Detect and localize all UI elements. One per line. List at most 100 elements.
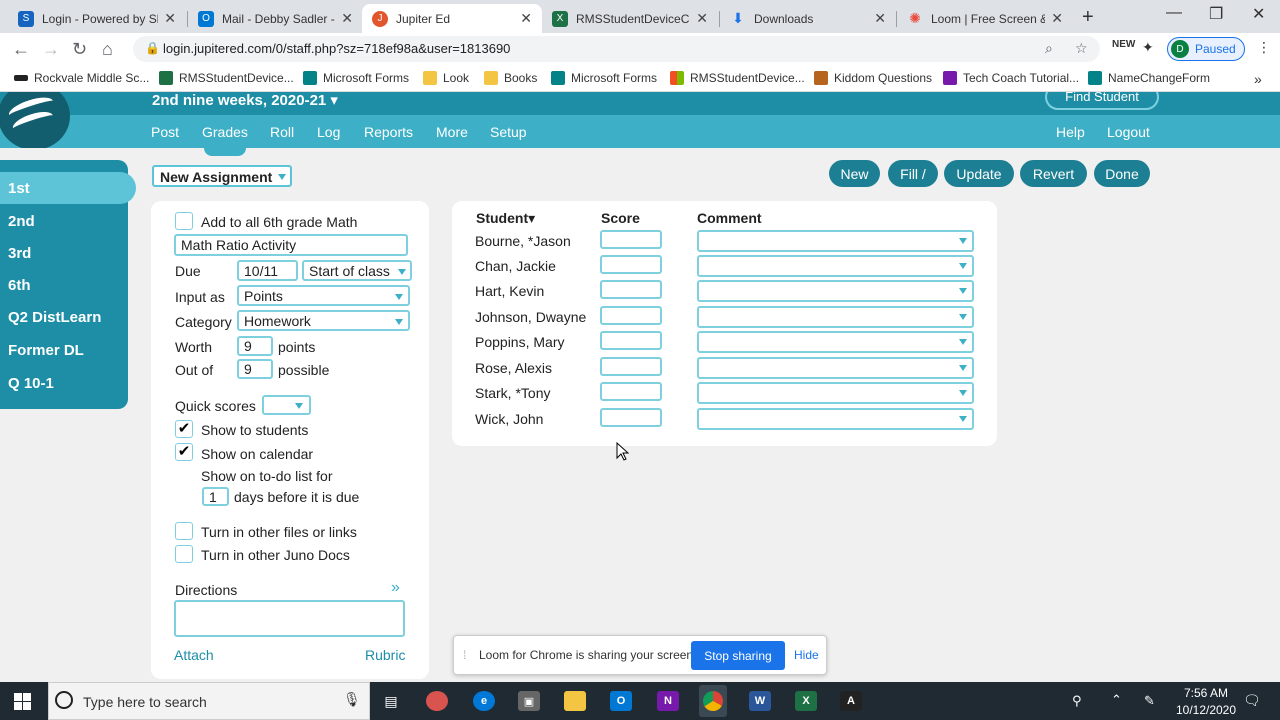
due-date-input[interactable]: 10/11	[237, 260, 298, 281]
close-tab-icon[interactable]: ✕	[1051, 10, 1063, 27]
extension-icon[interactable]: NEW	[1112, 39, 1135, 50]
browser-tab-loom[interactable]: ✺ Loom | Free Screen & V ✕	[897, 4, 1073, 33]
sidebar-item-6th[interactable]: 6th	[8, 277, 31, 294]
puzzle-icon[interactable]: ✦	[1142, 39, 1154, 56]
score-input[interactable]	[600, 331, 662, 350]
excel-icon[interactable]: X	[795, 691, 817, 711]
due-time-select[interactable]: Start of class	[302, 260, 412, 281]
browser-tab-downloads[interactable]: ⬇ Downloads ✕	[720, 4, 896, 33]
nav-more[interactable]: More	[436, 124, 468, 140]
close-window-button[interactable]: ✕	[1252, 4, 1265, 24]
clock-time[interactable]: 7:56 AM	[1174, 686, 1238, 700]
onenote-icon[interactable]: N	[657, 691, 679, 711]
bookmark-star-icon[interactable]: ☆	[1075, 40, 1088, 57]
forward-arrow-icon[interactable]: →	[42, 39, 60, 60]
student-name[interactable]: Wick, John	[475, 411, 543, 427]
browser-tab-mail[interactable]: O Mail - Debby Sadler - C ✕	[188, 4, 363, 33]
new-button[interactable]: New	[829, 160, 880, 187]
close-tab-icon[interactable]: ✕	[520, 10, 532, 27]
back-arrow-icon[interactable]: ←	[12, 39, 30, 60]
zoom-search-icon[interactable]: ⌕	[1045, 40, 1053, 57]
reload-icon[interactable]: ↻	[72, 39, 87, 60]
restore-button[interactable]: ❐	[1209, 4, 1223, 24]
logout-link[interactable]: Logout	[1107, 124, 1150, 140]
file-explorer-icon[interactable]	[564, 691, 586, 711]
expand-chevrons-icon[interactable]: »	[391, 579, 400, 597]
nav-reports[interactable]: Reports	[364, 124, 413, 140]
drag-handle-icon[interactable]: ⁞	[463, 648, 466, 662]
worth-input[interactable]: 9	[237, 336, 273, 356]
student-column-header[interactable]: Student▾	[476, 210, 535, 227]
student-name[interactable]: Bourne, *Jason	[475, 233, 571, 249]
acrobat-icon[interactable]: A	[840, 691, 862, 711]
nav-grades[interactable]: Grades	[202, 124, 248, 140]
store-icon[interactable]: ▣	[518, 691, 540, 711]
fill-button[interactable]: Fill /	[888, 160, 938, 187]
windows-start-icon[interactable]	[14, 693, 31, 710]
people-icon[interactable]: ⚲	[1072, 693, 1082, 709]
stop-sharing-button[interactable]: Stop sharing	[691, 641, 785, 670]
sidebar-item-former-dl[interactable]: Former DL	[8, 342, 84, 359]
paint-icon[interactable]	[426, 691, 448, 711]
browser-tab-jupiter[interactable]: J Jupiter Ed ✕	[362, 4, 542, 33]
clock-date[interactable]: 10/12/2020	[1172, 703, 1240, 717]
hide-button[interactable]: Hide	[794, 648, 819, 662]
student-name[interactable]: Chan, Jackie	[475, 258, 556, 274]
revert-button[interactable]: Revert	[1020, 160, 1087, 187]
new-tab-button[interactable]: +	[1082, 6, 1094, 29]
help-link[interactable]: Help	[1056, 124, 1085, 140]
directions-textarea[interactable]	[174, 600, 405, 637]
student-name[interactable]: Poppins, Mary	[475, 334, 564, 350]
student-name[interactable]: Johnson, Dwayne	[475, 309, 586, 325]
rubric-link[interactable]: Rubric	[365, 647, 405, 663]
outlook-icon[interactable]: O	[610, 691, 632, 711]
bookmark-item[interactable]: NameChangeForm	[1088, 71, 1210, 85]
attach-link[interactable]: Attach	[174, 647, 214, 663]
edge-icon[interactable]: e	[473, 691, 495, 711]
sidebar-item-2nd[interactable]: 2nd	[8, 213, 35, 230]
sidebar-item-q2-distlearn[interactable]: Q2 DistLearn	[8, 309, 101, 326]
score-input[interactable]	[600, 357, 662, 376]
score-input[interactable]	[600, 382, 662, 401]
student-name[interactable]: Hart, Kevin	[475, 283, 544, 299]
done-button[interactable]: Done	[1094, 160, 1150, 187]
comment-select[interactable]	[697, 230, 974, 252]
bookmark-item[interactable]: RMSStudentDevice...	[670, 71, 805, 85]
sidebar-item-1st[interactable]: 1st	[8, 180, 30, 197]
show-students-checkbox[interactable]: ✔	[175, 420, 193, 438]
score-input[interactable]	[600, 280, 662, 299]
category-select[interactable]: Homework	[237, 310, 410, 331]
assignment-name-input[interactable]: Math Ratio Activity	[174, 234, 408, 256]
comment-select[interactable]	[697, 280, 974, 302]
add-to-all-checkbox[interactable]	[175, 212, 193, 230]
find-student-button[interactable]: Find Student	[1045, 92, 1159, 110]
nav-roll[interactable]: Roll	[270, 124, 294, 140]
bookmark-item[interactable]: Tech Coach Tutorial...	[943, 71, 1079, 85]
show-hidden-icons[interactable]: ⌃	[1111, 692, 1122, 708]
score-input[interactable]	[600, 408, 662, 427]
bookmark-item[interactable]: Microsoft Forms	[303, 71, 409, 85]
sidebar-item-3rd[interactable]: 3rd	[8, 245, 31, 262]
word-icon[interactable]: W	[749, 691, 771, 711]
notifications-icon[interactable]: 🗨	[1243, 692, 1261, 709]
close-tab-icon[interactable]: ✕	[874, 10, 886, 27]
close-tab-icon[interactable]: ✕	[696, 10, 708, 27]
close-tab-icon[interactable]: ✕	[341, 10, 353, 27]
browser-tab-rms[interactable]: X RMSStudentDeviceChec ✕	[542, 4, 718, 33]
student-name[interactable]: Stark, *Tony	[475, 385, 550, 401]
turnin-files-checkbox[interactable]	[175, 522, 193, 540]
bookmark-item[interactable]: Kiddom Questions	[814, 71, 932, 85]
browser-tab-login[interactable]: S Login - Powered by Sky ✕	[8, 4, 186, 33]
address-bar[interactable]: 🔒 login.jupitered.com/0/staff.php?sz=718…	[133, 36, 1100, 62]
update-button[interactable]: Update	[944, 160, 1014, 187]
nav-post[interactable]: Post	[151, 124, 179, 140]
bookmark-item[interactable]: Microsoft Forms	[551, 71, 657, 85]
nav-setup[interactable]: Setup	[490, 124, 527, 140]
score-input[interactable]	[600, 230, 662, 249]
minimize-button[interactable]: —	[1166, 4, 1182, 22]
input-as-select[interactable]: Points	[237, 285, 410, 306]
student-name[interactable]: Rose, Alexis	[475, 360, 552, 376]
quick-scores-select[interactable]	[262, 395, 311, 415]
term-selector[interactable]: 2nd nine weeks, 2020-21 ▾	[152, 92, 338, 109]
chrome-icon[interactable]	[699, 685, 727, 717]
